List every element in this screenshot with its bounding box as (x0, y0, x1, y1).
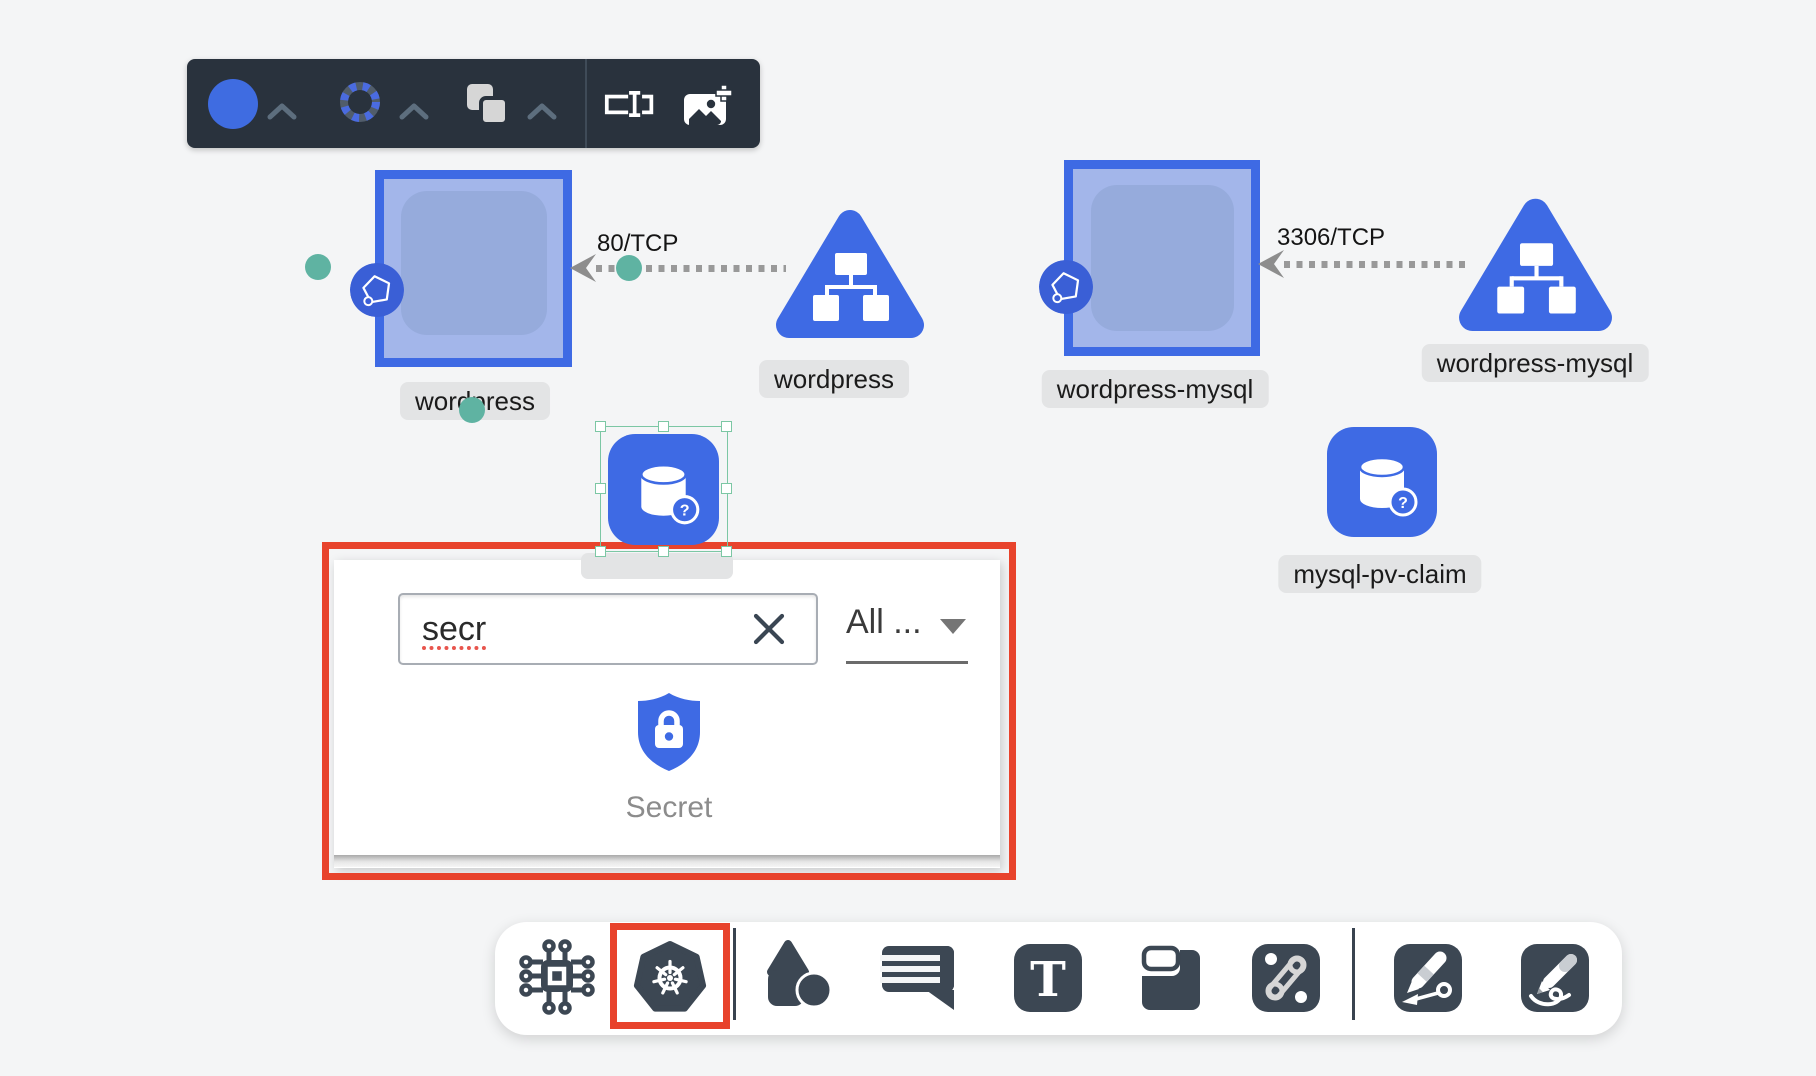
edge-endpoint-handle[interactable] (616, 255, 642, 281)
close-icon (751, 611, 787, 647)
result-label: Secret (603, 791, 735, 825)
selection-handle-sw[interactable] (595, 546, 606, 557)
fill-dropdown-chevron-icon[interactable] (267, 103, 297, 121)
selection-handle-nw[interactable] (595, 421, 606, 432)
node-service-wordpress-mysql[interactable] (1458, 193, 1613, 343)
connection-handle[interactable] (305, 254, 331, 280)
link-tool-button[interactable] (1246, 938, 1326, 1018)
deployment-inner-shape (401, 191, 547, 335)
edge-label: 80/TCP (597, 230, 678, 258)
filter-value: All ... (846, 603, 922, 641)
kubernetes-library-button[interactable] (630, 936, 710, 1016)
frame-tool-button[interactable] (1128, 938, 1208, 1018)
shape-library-toolbar: T (495, 922, 1622, 1035)
stroke-dropdown-chevron-icon[interactable] (399, 103, 429, 121)
architecture-library-button[interactable] (514, 938, 598, 1018)
connection-handle[interactable] (459, 397, 485, 423)
selection-handle-se[interactable] (721, 546, 732, 557)
node-deployment-wordpress[interactable] (375, 170, 572, 367)
style-toolbar (187, 59, 760, 148)
rename-field-button[interactable] (604, 89, 656, 119)
selection-box (600, 426, 728, 552)
clear-search-button[interactable] (746, 606, 792, 652)
pen-connector-tool-button[interactable] (1388, 938, 1468, 1018)
shapes-tool-button[interactable] (758, 938, 838, 1018)
edge-dotted-line[interactable] (1284, 261, 1470, 268)
chevron-down-icon (940, 619, 966, 634)
svg-text:T: T (1030, 952, 1066, 1008)
deployment-inner-shape (1091, 185, 1234, 331)
selection-handle-ne[interactable] (721, 421, 732, 432)
k8s-pod-badge-icon (350, 263, 404, 317)
selection-handle-s[interactable] (658, 546, 669, 557)
edge-label: 3306/TCP (1277, 224, 1385, 252)
toolbar-divider (733, 928, 736, 1020)
freehand-draw-tool-button[interactable] (1515, 938, 1595, 1018)
node-label-wordpress-service: wordpress (759, 360, 909, 398)
selection-handle-w[interactable] (595, 483, 606, 494)
kind-filter-select[interactable]: All ... (846, 603, 972, 667)
comment-tool-button[interactable] (880, 940, 958, 1012)
search-result-secret[interactable]: Secret (603, 690, 735, 830)
toolbar-divider (585, 59, 587, 148)
text-tool-button[interactable]: T (1008, 938, 1088, 1018)
svg-text:?: ? (1398, 495, 1408, 512)
k8s-pod-badge-icon (1039, 260, 1093, 314)
node-pvc-mysql[interactable]: ? (1327, 427, 1437, 537)
copy-style-button[interactable] (465, 82, 511, 128)
canvas[interactable]: wordpress 80/TCP wordpress (0, 0, 1816, 1076)
node-label-mysql-pv-claim: mysql-pv-claim (1278, 555, 1481, 593)
copy-style-dropdown-chevron-icon[interactable] (527, 103, 557, 121)
fill-color-button[interactable] (208, 79, 258, 129)
node-label-wordpress-mysql-service: wordpress-mysql (1422, 344, 1649, 382)
node-service-wordpress[interactable] (775, 203, 925, 351)
toolbar-divider (1352, 928, 1355, 1020)
add-image-button[interactable] (683, 85, 733, 127)
selection-handle-n[interactable] (658, 421, 669, 432)
secret-shield-lock-icon (633, 690, 705, 774)
stroke-style-button[interactable] (337, 79, 383, 125)
arrowhead-icon (570, 254, 596, 282)
arrowhead-icon (1258, 250, 1284, 278)
search-query-text: secr (422, 610, 486, 649)
node-label-wordpress-mysql-deployment: wordpress-mysql (1042, 370, 1269, 408)
node-deployment-wordpress-mysql[interactable] (1064, 160, 1260, 356)
select-underline (846, 661, 968, 664)
selection-handle-e[interactable] (721, 483, 732, 494)
